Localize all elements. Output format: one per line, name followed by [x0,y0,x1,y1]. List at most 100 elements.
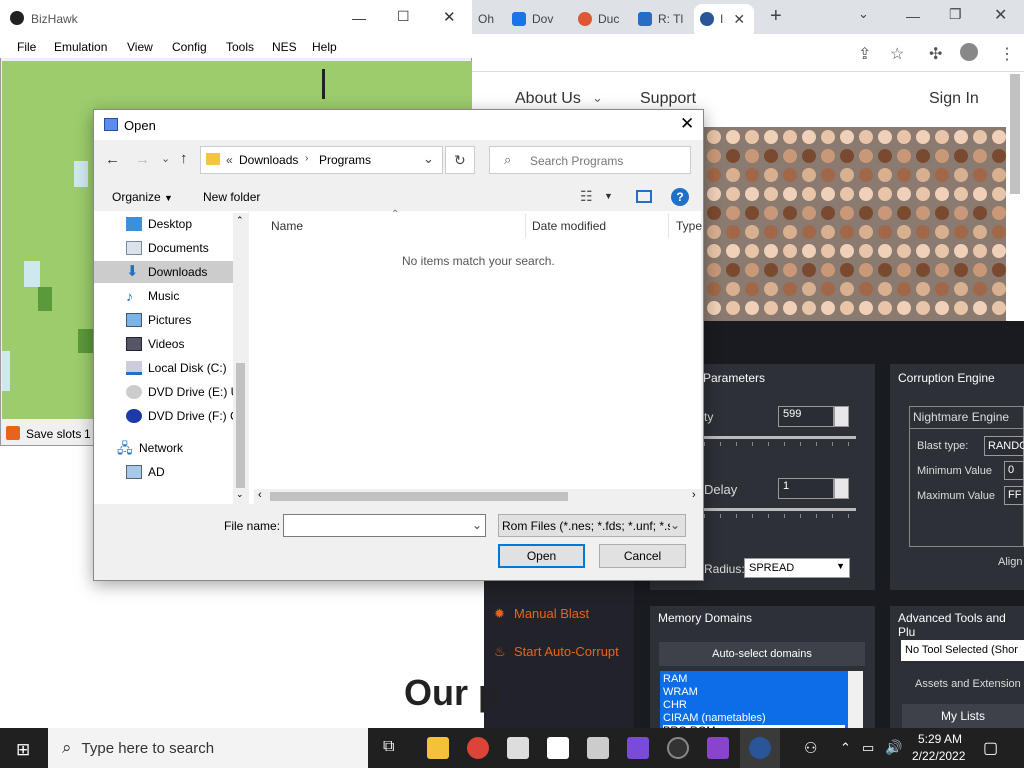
file-type-select[interactable]: Rom Files (*.nes; *.fds; *.unf; *.s ⌄ [498,514,686,537]
radius-select[interactable]: SPREAD ▼ [744,558,850,578]
domain-scrollbar[interactable] [848,671,863,728]
list-item[interactable]: CIRAM (nametables) [663,712,845,725]
close-icon[interactable]: ✕ [733,11,745,28]
notification-icon[interactable]: ▢ [983,738,998,758]
max-value-input[interactable]: FF [1004,486,1024,505]
close-icon[interactable]: ✕ [680,114,694,134]
nav-documents[interactable]: Documents [126,241,209,255]
cancel-button[interactable]: Cancel [599,544,686,568]
column-date-modified[interactable]: Date modified [532,219,606,233]
taskbar-search[interactable]: ⌕ Type here to search [48,728,368,768]
engine-select[interactable]: Nightmare Engine [913,410,1009,424]
overflow-icon[interactable]: « [226,153,233,167]
chevron-down-icon[interactable]: ▼ [604,191,613,201]
tab-5-active[interactable]: I ✕ [694,4,754,34]
menu-icon[interactable]: ⋮ [999,44,1015,64]
nav-ad[interactable]: AD [126,465,165,479]
filename-input[interactable]: ⌄ [283,514,486,537]
chevron-down-icon[interactable]: ⌄ [423,151,434,167]
sign-in-link[interactable]: Sign In [929,90,979,108]
preview-pane-icon[interactable] [636,190,652,203]
nav-downloads[interactable]: ⬇ Downloads [126,264,207,279]
autoselect-button[interactable]: Auto-select domains [659,642,865,666]
chevron-down-icon[interactable]: ⌄ [161,152,170,165]
nav-videos[interactable]: Videos [126,337,184,351]
scroll-left-icon[interactable]: ‹ [258,489,262,501]
windows-start-icon[interactable]: ⊞ [16,740,30,760]
people-icon[interactable]: ⚇ [804,739,817,757]
save-slot-number[interactable]: 1 [84,427,91,441]
restore-icon[interactable]: ❐ [949,6,962,23]
search-input[interactable]: ⌕ Search Programs [489,146,691,174]
nav-dvd-f[interactable]: DVD Drive (F:) Co [126,409,245,423]
nav-desktop[interactable]: Desktop [126,217,192,231]
menu-file[interactable]: File [17,40,36,54]
network-tray-icon[interactable]: ▭ [862,740,874,756]
delay-input[interactable]: 1 [778,478,834,499]
min-value-input[interactable]: 0 [1004,461,1024,480]
intensity-stepper[interactable] [834,406,849,427]
new-tab-plus-icon[interactable]: + [770,5,782,28]
scroll-thumb[interactable] [236,363,245,488]
scroll-down-icon[interactable]: ⌄ [236,489,244,500]
tab-2[interactable]: Dov [506,4,570,34]
chrome-icon[interactable] [467,737,489,759]
scroll-thumb[interactable] [270,492,568,501]
camera-icon[interactable] [507,737,529,759]
7zip-icon[interactable] [587,737,609,759]
column-name[interactable]: Name [271,219,303,233]
help-icon[interactable]: ? [671,188,689,206]
blast-type-select[interactable]: RANDO [984,436,1024,456]
minimize-icon[interactable]: — [352,10,366,26]
menu-tools[interactable]: Tools [226,40,254,54]
browser-app-icon[interactable] [749,737,771,759]
file-hscrollbar[interactable]: ‹ › [254,489,701,504]
app-icon[interactable] [627,737,649,759]
delay-slider[interactable] [704,508,856,511]
scroll-right-icon[interactable]: › [692,489,696,501]
menu-help[interactable]: Help [312,40,337,54]
chevron-down-icon[interactable]: ⌄ [472,518,482,532]
new-folder-button[interactable]: New folder [203,190,260,204]
tab-4[interactable]: R: Tl [632,4,694,34]
auto-corrupt-button[interactable]: Start Auto-Corrupt [514,644,619,659]
scroll-up-icon[interactable]: ⌃ [236,215,244,226]
clock-time[interactable]: 5:29 AM [918,732,962,746]
menu-nes[interactable]: NES [272,40,297,54]
maximize-icon[interactable]: ☐ [397,8,410,25]
mail-icon[interactable] [547,737,569,759]
tab-3[interactable]: Duc [572,4,630,34]
clock-date[interactable]: 2/22/2022 [912,749,965,763]
profile-icon[interactable] [960,43,978,61]
rtc-icon[interactable] [707,737,729,759]
organize-button[interactable]: Organize ▼ [112,190,173,204]
intensity-input[interactable]: 599 [778,406,834,427]
breadcrumb-downloads[interactable]: Downloads [239,153,298,167]
list-item[interactable]: CHR [663,699,845,712]
nav-network[interactable]: 🖧 Network [117,441,183,455]
support-link[interactable]: Support [640,90,696,108]
address-bar[interactable]: « Downloads › Programs ⌄ [200,146,443,174]
nav-music[interactable]: ♪ Music [126,289,179,303]
breadcrumb-programs[interactable]: Programs [319,153,371,167]
menu-config[interactable]: Config [172,40,207,54]
open-button[interactable]: Open [498,544,585,568]
file-explorer-icon[interactable] [427,737,449,759]
menu-view[interactable]: View [127,40,153,54]
chevron-down-icon[interactable]: ⌄ [858,6,869,22]
nav-local-disk[interactable]: Local Disk (C:) [126,361,227,375]
tool-select[interactable]: No Tool Selected (Shor [901,640,1024,661]
list-item[interactable]: RAM [663,673,845,686]
about-us-link[interactable]: About Us [515,90,581,108]
close-icon[interactable]: ✕ [443,8,456,26]
manual-blast-button[interactable]: Manual Blast [514,606,589,621]
close-icon[interactable]: ✕ [994,5,1007,25]
memory-domain-list[interactable]: RAM WRAM CHR CIRAM (nametables) PRG ROM [660,671,848,738]
minimize-icon[interactable]: — [906,8,920,24]
list-item[interactable]: WRAM [663,686,845,699]
chevron-up-icon[interactable]: ⌃ [840,740,851,756]
intensity-slider[interactable] [704,436,856,439]
view-options-icon[interactable]: ☷ [580,188,593,205]
extensions-icon[interactable]: ✣ [929,44,942,64]
refresh-button[interactable]: ↻ [445,146,475,174]
